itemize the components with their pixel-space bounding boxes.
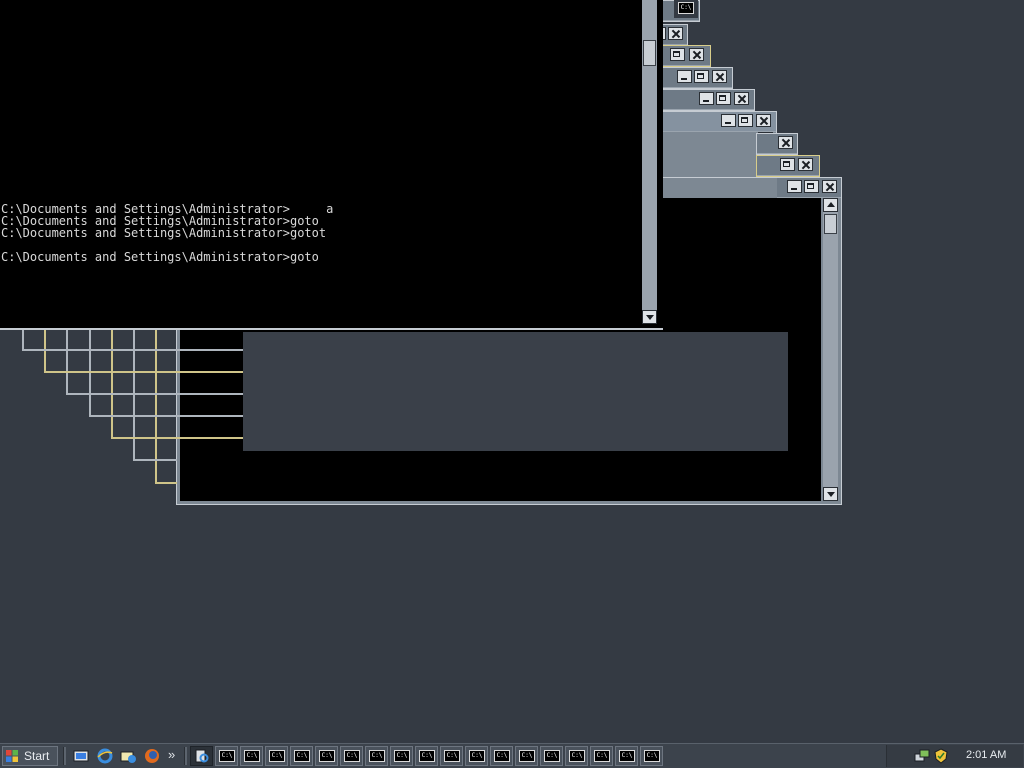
window-trail <box>22 349 244 351</box>
title-bar[interactable] <box>757 134 797 154</box>
title-bar[interactable] <box>777 178 841 198</box>
outlook-express-icon[interactable] <box>119 747 137 765</box>
close-icon[interactable] <box>734 92 749 105</box>
command-prompt-icon: C:\ <box>319 750 335 762</box>
console-window-fragment-8[interactable] <box>756 133 798 155</box>
window-trail <box>155 482 177 484</box>
console-line: C:\Documents and Settings\Administrator>… <box>1 226 327 240</box>
console-window-icon: C:\ <box>678 2 694 14</box>
maximize-icon[interactable] <box>694 70 709 83</box>
task-button-console[interactable]: C:\ <box>290 746 313 766</box>
close-icon[interactable] <box>798 158 813 171</box>
scroll-down-icon[interactable] <box>642 310 657 324</box>
taskbar: Start » C:\ C:\ C:\ C:\ C:\ C:\ C:\ C:\ C:\ C:\ C:… <box>0 743 1024 768</box>
start-button[interactable]: Start <box>2 746 58 766</box>
window-trail <box>66 393 244 395</box>
command-prompt-icon: C:\ <box>394 750 410 762</box>
desktop: C:\ C:\Documents and Settings\Administra… <box>0 0 1024 743</box>
close-icon[interactable] <box>668 27 683 40</box>
command-prompt-icon: C:\ <box>594 750 610 762</box>
console-line: C:\Documents and Settings\Administrator>… <box>1 250 319 264</box>
command-prompt-icon: C:\ <box>344 750 360 762</box>
task-button-console[interactable]: C:\ <box>390 746 413 766</box>
command-prompt-icon: C:\ <box>244 750 260 762</box>
blank-window-area <box>243 332 788 451</box>
vertical-scrollbar[interactable] <box>642 0 657 324</box>
network-icon[interactable] <box>914 748 930 764</box>
minimize-icon[interactable] <box>787 180 802 193</box>
minimize-icon[interactable] <box>677 70 692 83</box>
task-button-console[interactable]: C:\ <box>615 746 638 766</box>
scroll-thumb[interactable] <box>643 40 656 66</box>
task-button-explorer[interactable] <box>190 746 213 766</box>
show-desktop-icon[interactable] <box>72 747 90 765</box>
quick-launch-overflow-icon[interactable]: » <box>168 747 175 762</box>
task-button-console[interactable]: C:\ <box>240 746 263 766</box>
window-trail <box>44 371 244 373</box>
close-icon[interactable] <box>778 136 793 149</box>
command-prompt-icon: C:\ <box>294 750 310 762</box>
scroll-up-icon[interactable] <box>823 198 838 212</box>
task-button-console[interactable]: C:\ <box>415 746 438 766</box>
task-button-console[interactable]: C:\ <box>490 746 513 766</box>
firefox-icon[interactable] <box>143 747 161 765</box>
task-button-console[interactable]: C:\ <box>540 746 563 766</box>
maximize-icon[interactable] <box>804 180 819 193</box>
console-window-fragment-9[interactable] <box>756 155 820 177</box>
maximize-icon[interactable] <box>716 92 731 105</box>
task-button-console[interactable]: C:\ <box>440 746 463 766</box>
task-button-console[interactable]: C:\ <box>265 746 288 766</box>
command-prompt-icon: C:\ <box>419 750 435 762</box>
command-prompt-icon: C:\ <box>644 750 660 762</box>
main-console-window[interactable]: C:\Documents and Settings\Administrator>… <box>0 0 663 330</box>
task-button-console[interactable]: C:\ <box>515 746 538 766</box>
maximize-icon[interactable] <box>670 48 685 61</box>
command-prompt-icon: C:\ <box>219 750 235 762</box>
minimize-icon[interactable] <box>699 92 714 105</box>
close-icon[interactable] <box>822 180 837 193</box>
task-button-console[interactable]: C:\ <box>465 746 488 766</box>
internet-explorer-icon[interactable] <box>96 747 114 765</box>
task-button-console[interactable]: C:\ <box>590 746 613 766</box>
window-trail <box>111 437 244 439</box>
command-prompt-icon: C:\ <box>269 750 285 762</box>
system-tray: 2:01 AM <box>886 745 1023 767</box>
command-prompt-icon: C:\ <box>619 750 635 762</box>
task-button-console[interactable]: C:\ <box>640 746 663 766</box>
command-prompt-icon: C:\ <box>569 750 585 762</box>
task-button-console[interactable]: C:\ <box>340 746 363 766</box>
taskbar-separator <box>184 747 187 765</box>
taskbar-separator <box>63 747 66 765</box>
command-prompt-icon: C:\ <box>369 750 385 762</box>
command-prompt-icon: C:\ <box>469 750 485 762</box>
windows-logo-icon <box>6 750 18 762</box>
close-icon[interactable] <box>756 114 771 127</box>
close-icon[interactable] <box>689 48 704 61</box>
scroll-thumb[interactable] <box>824 214 837 234</box>
clock[interactable]: 2:01 AM <box>966 749 1006 761</box>
command-prompt-icon: C:\ <box>444 750 460 762</box>
close-icon[interactable] <box>712 70 727 83</box>
minimize-icon[interactable] <box>721 114 736 127</box>
security-shield-icon[interactable] <box>933 748 949 764</box>
command-prompt-icon: C:\ <box>519 750 535 762</box>
start-label: Start <box>24 749 50 763</box>
command-prompt-icon: C:\ <box>544 750 560 762</box>
task-button-console[interactable]: C:\ <box>365 746 388 766</box>
task-button-console[interactable]: C:\ <box>565 746 588 766</box>
explorer-icon <box>195 749 209 763</box>
scroll-down-icon[interactable] <box>823 487 838 501</box>
vertical-scrollbar[interactable] <box>823 198 838 501</box>
maximize-icon[interactable] <box>738 114 753 127</box>
title-bar[interactable] <box>757 156 819 176</box>
window-trail <box>133 459 177 461</box>
maximize-icon[interactable] <box>780 158 795 171</box>
console-output: C:\Documents and Settings\Administrator>… <box>1 203 333 263</box>
window-trail <box>89 415 244 417</box>
command-prompt-icon: C:\ <box>494 750 510 762</box>
task-button-console[interactable]: C:\ <box>215 746 238 766</box>
task-button-console[interactable]: C:\ <box>315 746 338 766</box>
console-window-fragment-2[interactable]: C:\ <box>674 0 698 18</box>
